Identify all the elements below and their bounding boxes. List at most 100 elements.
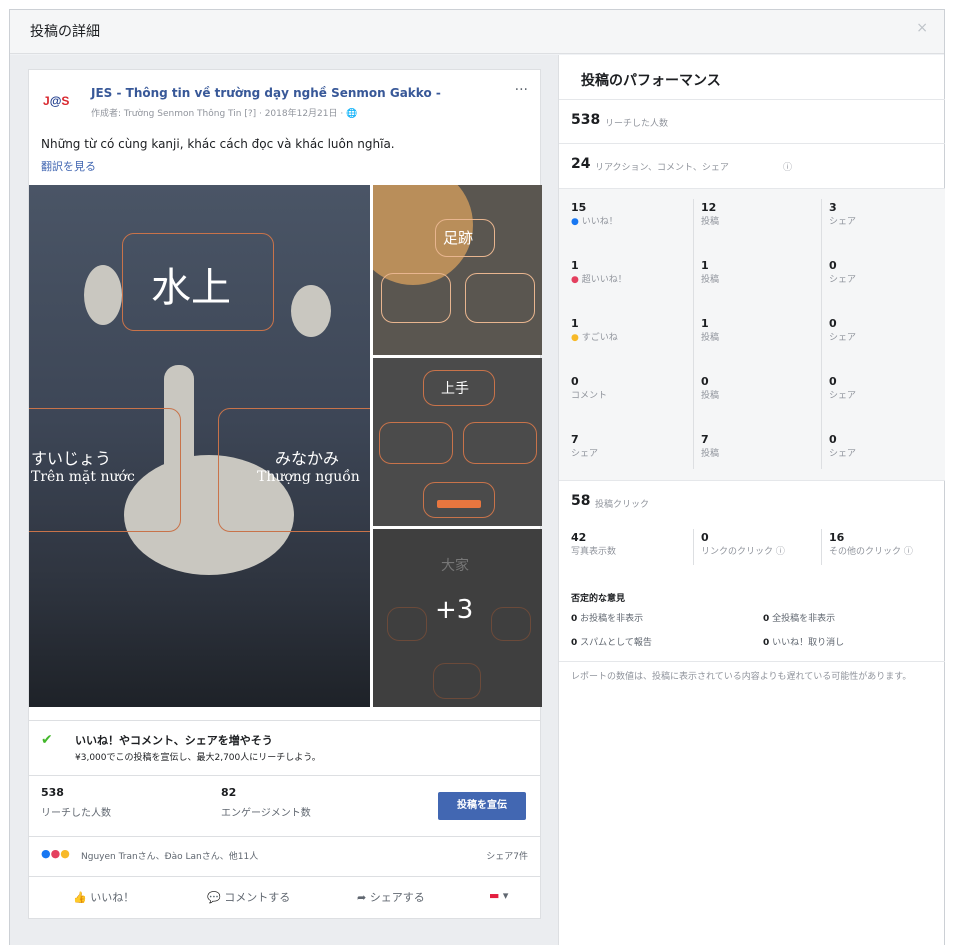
flag-icon: ▬ <box>489 889 500 902</box>
comment-button[interactable]: 💬 コメントする <box>207 889 290 905</box>
clicks-value: 58 <box>571 493 591 509</box>
like-count: 15 ● いいね！ <box>571 201 618 227</box>
link-clicks: 0 リンクのクリック ⓘ <box>701 531 785 557</box>
spam-report-count: 0 スパムとして報告 <box>571 638 652 648</box>
side1-kanji: 足跡 <box>443 229 474 247</box>
engagement-count: 82 <box>221 786 237 799</box>
photo-views: 42 写真表示数 <box>571 531 617 557</box>
share-count[interactable]: シェア7件 <box>486 849 528 862</box>
more-options-icon[interactable]: ··· <box>515 82 528 98</box>
hide-all-count: 0 全投稿を非表示 <box>763 614 836 624</box>
column-divider <box>821 199 822 469</box>
side-photo-2[interactable]: 上手 <box>373 358 542 526</box>
comment-label: コメントする <box>224 891 291 904</box>
column-divider <box>693 199 694 469</box>
reading-frame <box>463 422 537 464</box>
reach-label: リーチした人数 <box>41 808 111 819</box>
dialog-title: 投稿の詳細 <box>30 24 100 40</box>
swan-shape <box>291 285 331 337</box>
promo-title: いいね！やコメント、シェアを増やそう <box>75 734 273 747</box>
promo-subtitle: ¥3,000でこの投稿を宣伝し、最大2,700人にリーチしよう。 <box>75 753 321 763</box>
left-kana: すいじょう <box>31 449 112 468</box>
thumbs-up-icon: 👍 <box>73 891 87 904</box>
share-posts: 7 投稿 <box>701 433 720 459</box>
unlike-count: 0 いいね！取り消し <box>763 638 845 648</box>
share-shares: 0 シェア <box>829 433 857 459</box>
boost-post-button[interactable]: 投稿を宣伝 <box>438 792 526 820</box>
wow-posts: 1 投稿 <box>701 317 720 343</box>
hide-post-count: 0 お投稿を非表示 <box>571 614 644 624</box>
post-preview-pane: J@S JES - Thông tin về trường dạy nghề S… <box>10 55 558 945</box>
share-label: シェアする <box>369 891 425 904</box>
reach-label: リーチした人数 <box>605 119 669 129</box>
reach-value: 538 <box>571 112 601 128</box>
reading-frame <box>433 663 481 699</box>
info-icon[interactable]: ⓘ <box>783 160 792 173</box>
love-shares: 0 シェア <box>829 259 857 285</box>
page-logo[interactable]: J@S <box>43 91 73 111</box>
main-kanji: 水上 <box>151 265 231 311</box>
left-meaning: Trên mặt nước <box>31 469 135 485</box>
negative-feedback-title: 否定的な意見 <box>571 594 626 604</box>
like-button[interactable]: 👍 いいね！ <box>73 889 134 905</box>
page-name-link[interactable]: JES - Thông tin về trường dạy nghề Senmo… <box>91 86 441 100</box>
highlight-bar <box>437 500 481 508</box>
interactions-value: 24 <box>571 156 591 172</box>
reaction-icons: ●●● <box>41 847 70 860</box>
more-photos-count: +3 <box>435 595 474 625</box>
reading-frame <box>465 273 535 323</box>
side-photo-1[interactable]: 足跡 <box>373 185 542 355</box>
post-actions: 👍 いいね！ 💬 コメントする ➦ シェアする ▬ ▾ <box>29 876 540 914</box>
reach-count: 538 <box>41 786 64 799</box>
post-meta: 作成者: Trường Senmon Thông Tin [?] · 2018年… <box>91 109 358 119</box>
comment-icon: 💬 <box>207 891 221 904</box>
wow-count: 1 ● すごいね <box>571 317 618 343</box>
share-count-stat: 7 シェア <box>571 433 599 459</box>
reading-frame <box>491 607 531 641</box>
promo-banner: ✔ いいね！やコメント、シェアを増やそう ¥3,000でこの投稿を宣伝し、最大2… <box>29 720 540 772</box>
side-photo-3-more[interactable]: 大家 +3 <box>373 529 542 707</box>
right-meaning: Thượng nguồn <box>257 469 360 485</box>
checkmark-icon: ✔ <box>41 732 53 748</box>
photo-grid: 水上 すいじょう Trên mặt nước みなかみ Thượng nguồn… <box>29 185 542 707</box>
like-label: いいね！ <box>90 891 135 904</box>
performance-title: 投稿のパフォーマンス <box>581 73 721 89</box>
audience-selector[interactable]: ▬ ▾ <box>489 889 508 902</box>
post-details-dialog: 投稿の詳細 × J@S JES - Thông tin về trường dạ… <box>9 9 945 945</box>
reactions-summary[interactable]: ●●● Nguyen Tranさん、Đào Lanさん、他11人 シェア7件 <box>29 836 540 870</box>
performance-pane: 投稿のパフォーマンス 538 リーチした人数 24 リアクション、コメント、シェ… <box>558 55 945 945</box>
other-clicks: 16 その他のクリック ⓘ <box>829 531 913 557</box>
right-kana: みなかみ <box>275 449 340 468</box>
see-translation-link[interactable]: 翻訳を見る <box>41 158 96 174</box>
comment-shares: 0 シェア <box>829 375 857 401</box>
swan-shape <box>84 265 122 325</box>
like-shares: 3 シェア <box>829 201 857 227</box>
post-stats: 538 リーチした人数 82 エンゲージメント数 投稿を宣伝 <box>29 775 540 830</box>
like-posts: 12 投稿 <box>701 201 720 227</box>
comment-posts: 0 投稿 <box>701 375 720 401</box>
engagement-label: エンゲージメント数 <box>221 808 311 819</box>
interactions-row: 24 リアクション、コメント、シェア ⓘ <box>559 143 945 188</box>
report-note: レポートの数値は、投稿に表示されている内容よりも遅れている可能性があります。 <box>571 672 912 682</box>
dialog-header: 投稿の詳細 × <box>10 10 944 54</box>
main-photo[interactable]: 水上 すいじょう Trên mặt nước みなかみ Thượng nguồn <box>29 185 370 707</box>
post-card: J@S JES - Thông tin về trường dạy nghề S… <box>28 69 542 919</box>
chevron-down-icon: ▾ <box>502 889 509 902</box>
share-icon: ➦ <box>357 891 367 904</box>
love-posts: 1 投稿 <box>701 259 720 285</box>
column-divider <box>693 529 694 565</box>
divider <box>559 661 945 662</box>
reading-frame <box>381 273 451 323</box>
side3-kanji: 大家 <box>441 558 469 574</box>
close-icon[interactable]: × <box>916 20 928 36</box>
interactions-label: リアクション、コメント、シェア <box>595 163 729 173</box>
share-button[interactable]: ➦ シェアする <box>357 889 425 905</box>
wow-shares: 0 シェア <box>829 317 857 343</box>
clicks-section: 58 投稿クリック 42 写真表示数 0 リンクのクリック ⓘ 16 その他のクリック… <box>559 480 945 580</box>
clicks-label: 投稿クリック <box>595 500 650 510</box>
reaction-breakdown: 15 ● いいね！ 12 投稿 3 シェア 1 ● 超いいね！ 1 投稿 0 シェア 1 ● … <box>559 188 945 480</box>
love-count: 1 ● 超いいね！ <box>571 259 627 285</box>
reach-row: 538 リーチした人数 <box>559 99 945 143</box>
reactor-names[interactable]: Nguyen Tranさん、Đào Lanさん、他11人 <box>81 849 258 862</box>
column-divider <box>821 529 822 565</box>
